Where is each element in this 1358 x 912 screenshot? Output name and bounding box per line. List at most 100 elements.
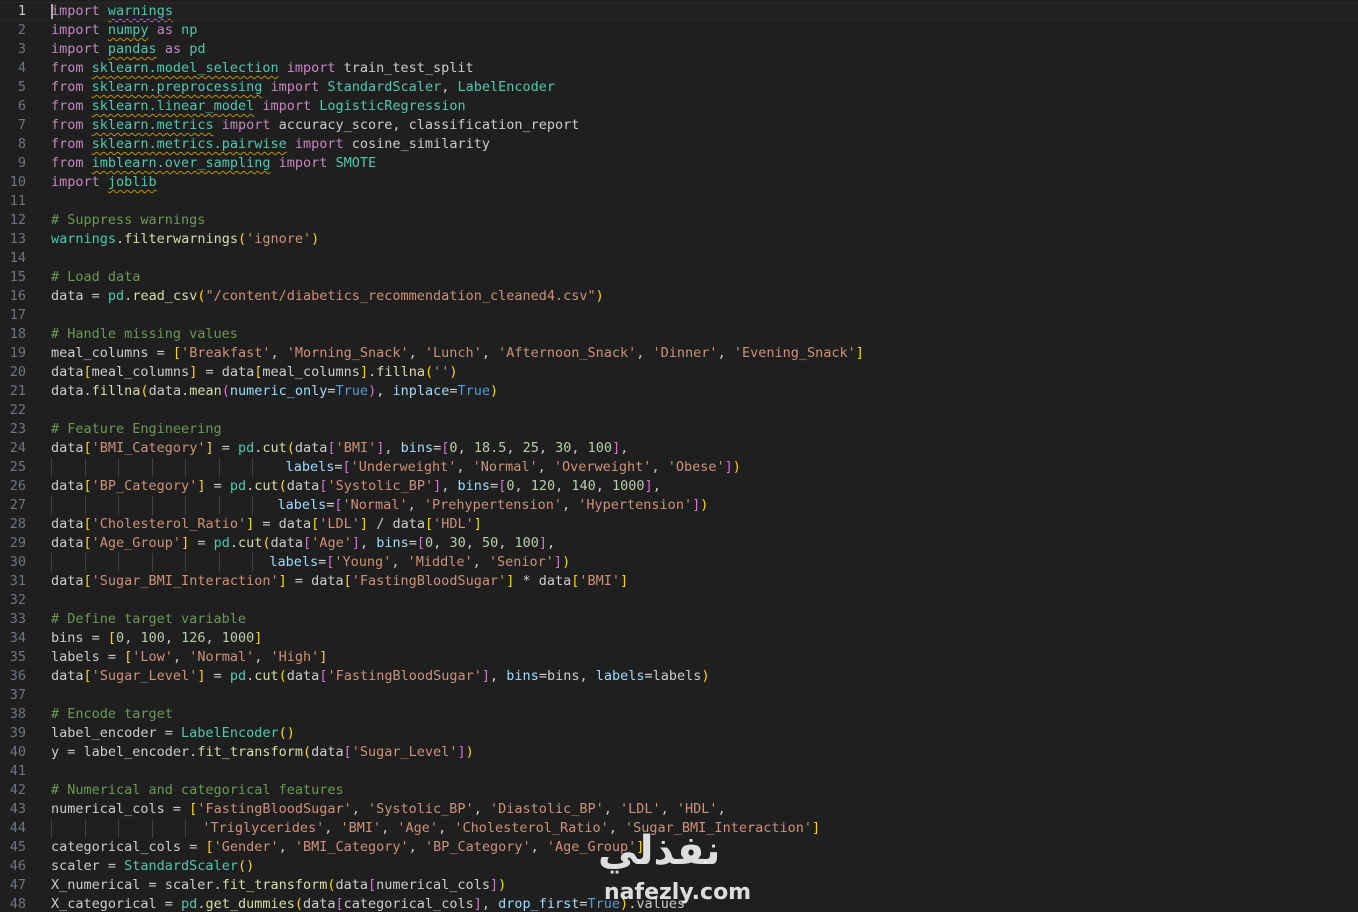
line-number: 17 (9, 307, 26, 323)
code-line[interactable]: # Feature Engineering (51, 420, 1358, 439)
code-area[interactable]: import warnings import numpy as np import … (0, 2, 1358, 912)
code-line[interactable]: warnings.filterwarnings('ignore') (51, 230, 1358, 249)
code-token: import (221, 117, 271, 133)
code-line[interactable]: meal_columns = ['Breakfast', 'Morning_Sn… (51, 344, 1358, 363)
code-token: , (537, 459, 554, 475)
code-token: , (651, 459, 668, 475)
code-line[interactable]: data.fillna(data.mean(numeric_only=True)… (51, 382, 1358, 401)
line-number: 28 (9, 516, 26, 532)
code-line[interactable]: from sklearn.model_selection import trai… (51, 59, 1358, 78)
code-line[interactable]: y = label_encoder.fit_transform(data['Su… (51, 743, 1358, 762)
code-token: bins (506, 668, 539, 684)
code-token: # Feature Engineering (51, 421, 222, 437)
code-token: 0 (449, 440, 458, 456)
code-token: bins (376, 535, 409, 551)
code-line[interactable]: # Define target variable (51, 610, 1358, 629)
code-token: ) (562, 554, 571, 570)
code-token: , (408, 839, 425, 855)
code-line[interactable]: data['Sugar_BMI_Interaction'] = data['Fa… (51, 572, 1358, 591)
code-token: ) (368, 383, 377, 399)
code-line[interactable]: # Numerical and categorical features (51, 781, 1358, 800)
code-line[interactable]: # Suppress warnings (51, 211, 1358, 230)
code-line[interactable]: X_categorical = pd.get_dummies(data[cate… (51, 895, 1358, 912)
code-line[interactable]: import pandas as pd (51, 40, 1358, 59)
code-token: , (595, 478, 613, 494)
code-line[interactable] (51, 686, 1358, 705)
code-token: , (376, 383, 393, 399)
code-token: 'Overweight' (553, 459, 652, 475)
code-token: from (51, 60, 84, 76)
code-token: StandardScaler (327, 79, 442, 95)
code-line[interactable]: labels=['Normal', 'Prehypertension', 'Hy… (51, 496, 1358, 515)
code-line[interactable] (51, 591, 1358, 610)
code-line[interactable]: X_numerical = scaler.fit_transform(data[… (51, 876, 1358, 895)
code-line[interactable]: from sklearn.preprocessing import Standa… (51, 78, 1358, 97)
code-line[interactable] (51, 762, 1358, 781)
code-token: [ (205, 839, 214, 855)
code-token: data (51, 573, 84, 589)
code-token: numerical_cols = (51, 801, 190, 817)
code-token: 'BMI_Category' (91, 440, 206, 456)
code-token: as (164, 41, 182, 57)
code-token: 'Normal' (342, 497, 408, 513)
code-token: 'Breakfast' (181, 345, 271, 361)
code-token: 'Systolic_BP' (368, 801, 474, 817)
code-token: meal_columns (262, 364, 360, 380)
code-line[interactable]: labels=['Young', 'Middle', 'Senior']) (51, 553, 1358, 572)
code-line[interactable]: from sklearn.metrics.pairwise import cos… (51, 135, 1358, 154)
code-line[interactable]: categorical_cols = ['Gender', 'BMI_Categ… (51, 838, 1358, 857)
code-line[interactable]: from sklearn.linear_model import Logisti… (51, 97, 1358, 116)
code-line[interactable]: import warnings (0, 2, 1358, 21)
code-line[interactable]: data['BP_Category'] = pd.cut(data['Systo… (51, 477, 1358, 496)
code-line[interactable]: data = pd.read_csv("/content/diabetics_r… (51, 287, 1358, 306)
code-line[interactable]: # Encode target (51, 705, 1358, 724)
code-token: from (51, 79, 84, 95)
code-line[interactable] (51, 249, 1358, 268)
code-line[interactable]: bins = [0, 100, 126, 1000] (51, 629, 1358, 648)
code-line[interactable]: # Load data (51, 268, 1358, 287)
code-token: 'HDL' (433, 516, 474, 532)
code-line[interactable]: labels=['Underweight', 'Normal', 'Overwe… (51, 458, 1358, 477)
code-line[interactable] (51, 192, 1358, 211)
code-line[interactable]: data['BMI_Category'] = pd.cut(data['BMI'… (51, 439, 1358, 458)
code-token: read_csv (132, 288, 198, 304)
code-line[interactable]: data['Cholesterol_Ratio'] = data['LDL'] … (51, 515, 1358, 534)
code-token: , (270, 345, 287, 361)
code-line[interactable]: data['Sugar_Level'] = pd.cut(data['Fasti… (51, 667, 1358, 686)
code-token: fillna (91, 383, 141, 399)
code-token: 'High' (270, 649, 320, 665)
line-number: 43 (9, 801, 26, 817)
code-token: [ (83, 364, 92, 380)
code-line[interactable] (51, 306, 1358, 325)
line-number: 45 (9, 839, 26, 855)
code-token: ] (620, 573, 629, 589)
code-token: = (189, 535, 214, 551)
code-token: ] (351, 535, 360, 551)
line-number: 5 (17, 79, 26, 95)
code-line[interactable]: numerical_cols = ['FastingBloodSugar', '… (51, 800, 1358, 819)
code-token: [ (83, 535, 92, 551)
code-editor[interactable]: 1 2 3 4 5 6 7 8 9 10 11 12 13 14 15 16 17 18 19 20 21 22 23 24 2… (0, 0, 1358, 912)
code-line[interactable]: from imblearn.over_sampling import SMOTE (51, 154, 1358, 173)
code-line[interactable]: 'Triglycerides', 'BMI', 'Age', 'Choleste… (51, 819, 1358, 838)
code-line[interactable]: import numpy as np (51, 21, 1358, 40)
line-number: 30 (9, 554, 26, 570)
code-token: , (408, 345, 425, 361)
code-line[interactable]: data['Age_Group'] = pd.cut(data['Age'], … (51, 534, 1358, 553)
code-line[interactable]: from sklearn.metrics import accuracy_sco… (51, 116, 1358, 135)
code-line[interactable]: import joblib (51, 173, 1358, 192)
line-number: 24 (9, 440, 26, 456)
code-line[interactable]: scaler = StandardScaler() (51, 857, 1358, 876)
code-line[interactable]: data[meal_columns] = data[meal_columns].… (51, 363, 1358, 382)
code-line[interactable]: # Handle missing values (51, 325, 1358, 344)
code-token: [ (327, 440, 336, 456)
line-number: 15 (9, 269, 26, 285)
code-line[interactable]: labels = ['Low', 'Normal', 'High'] (51, 648, 1358, 667)
code-token: True (457, 383, 491, 399)
code-token: LabelEncoder (181, 725, 279, 741)
code-line[interactable] (51, 401, 1358, 420)
code-line[interactable]: label_encoder = LabelEncoder() (51, 724, 1358, 743)
